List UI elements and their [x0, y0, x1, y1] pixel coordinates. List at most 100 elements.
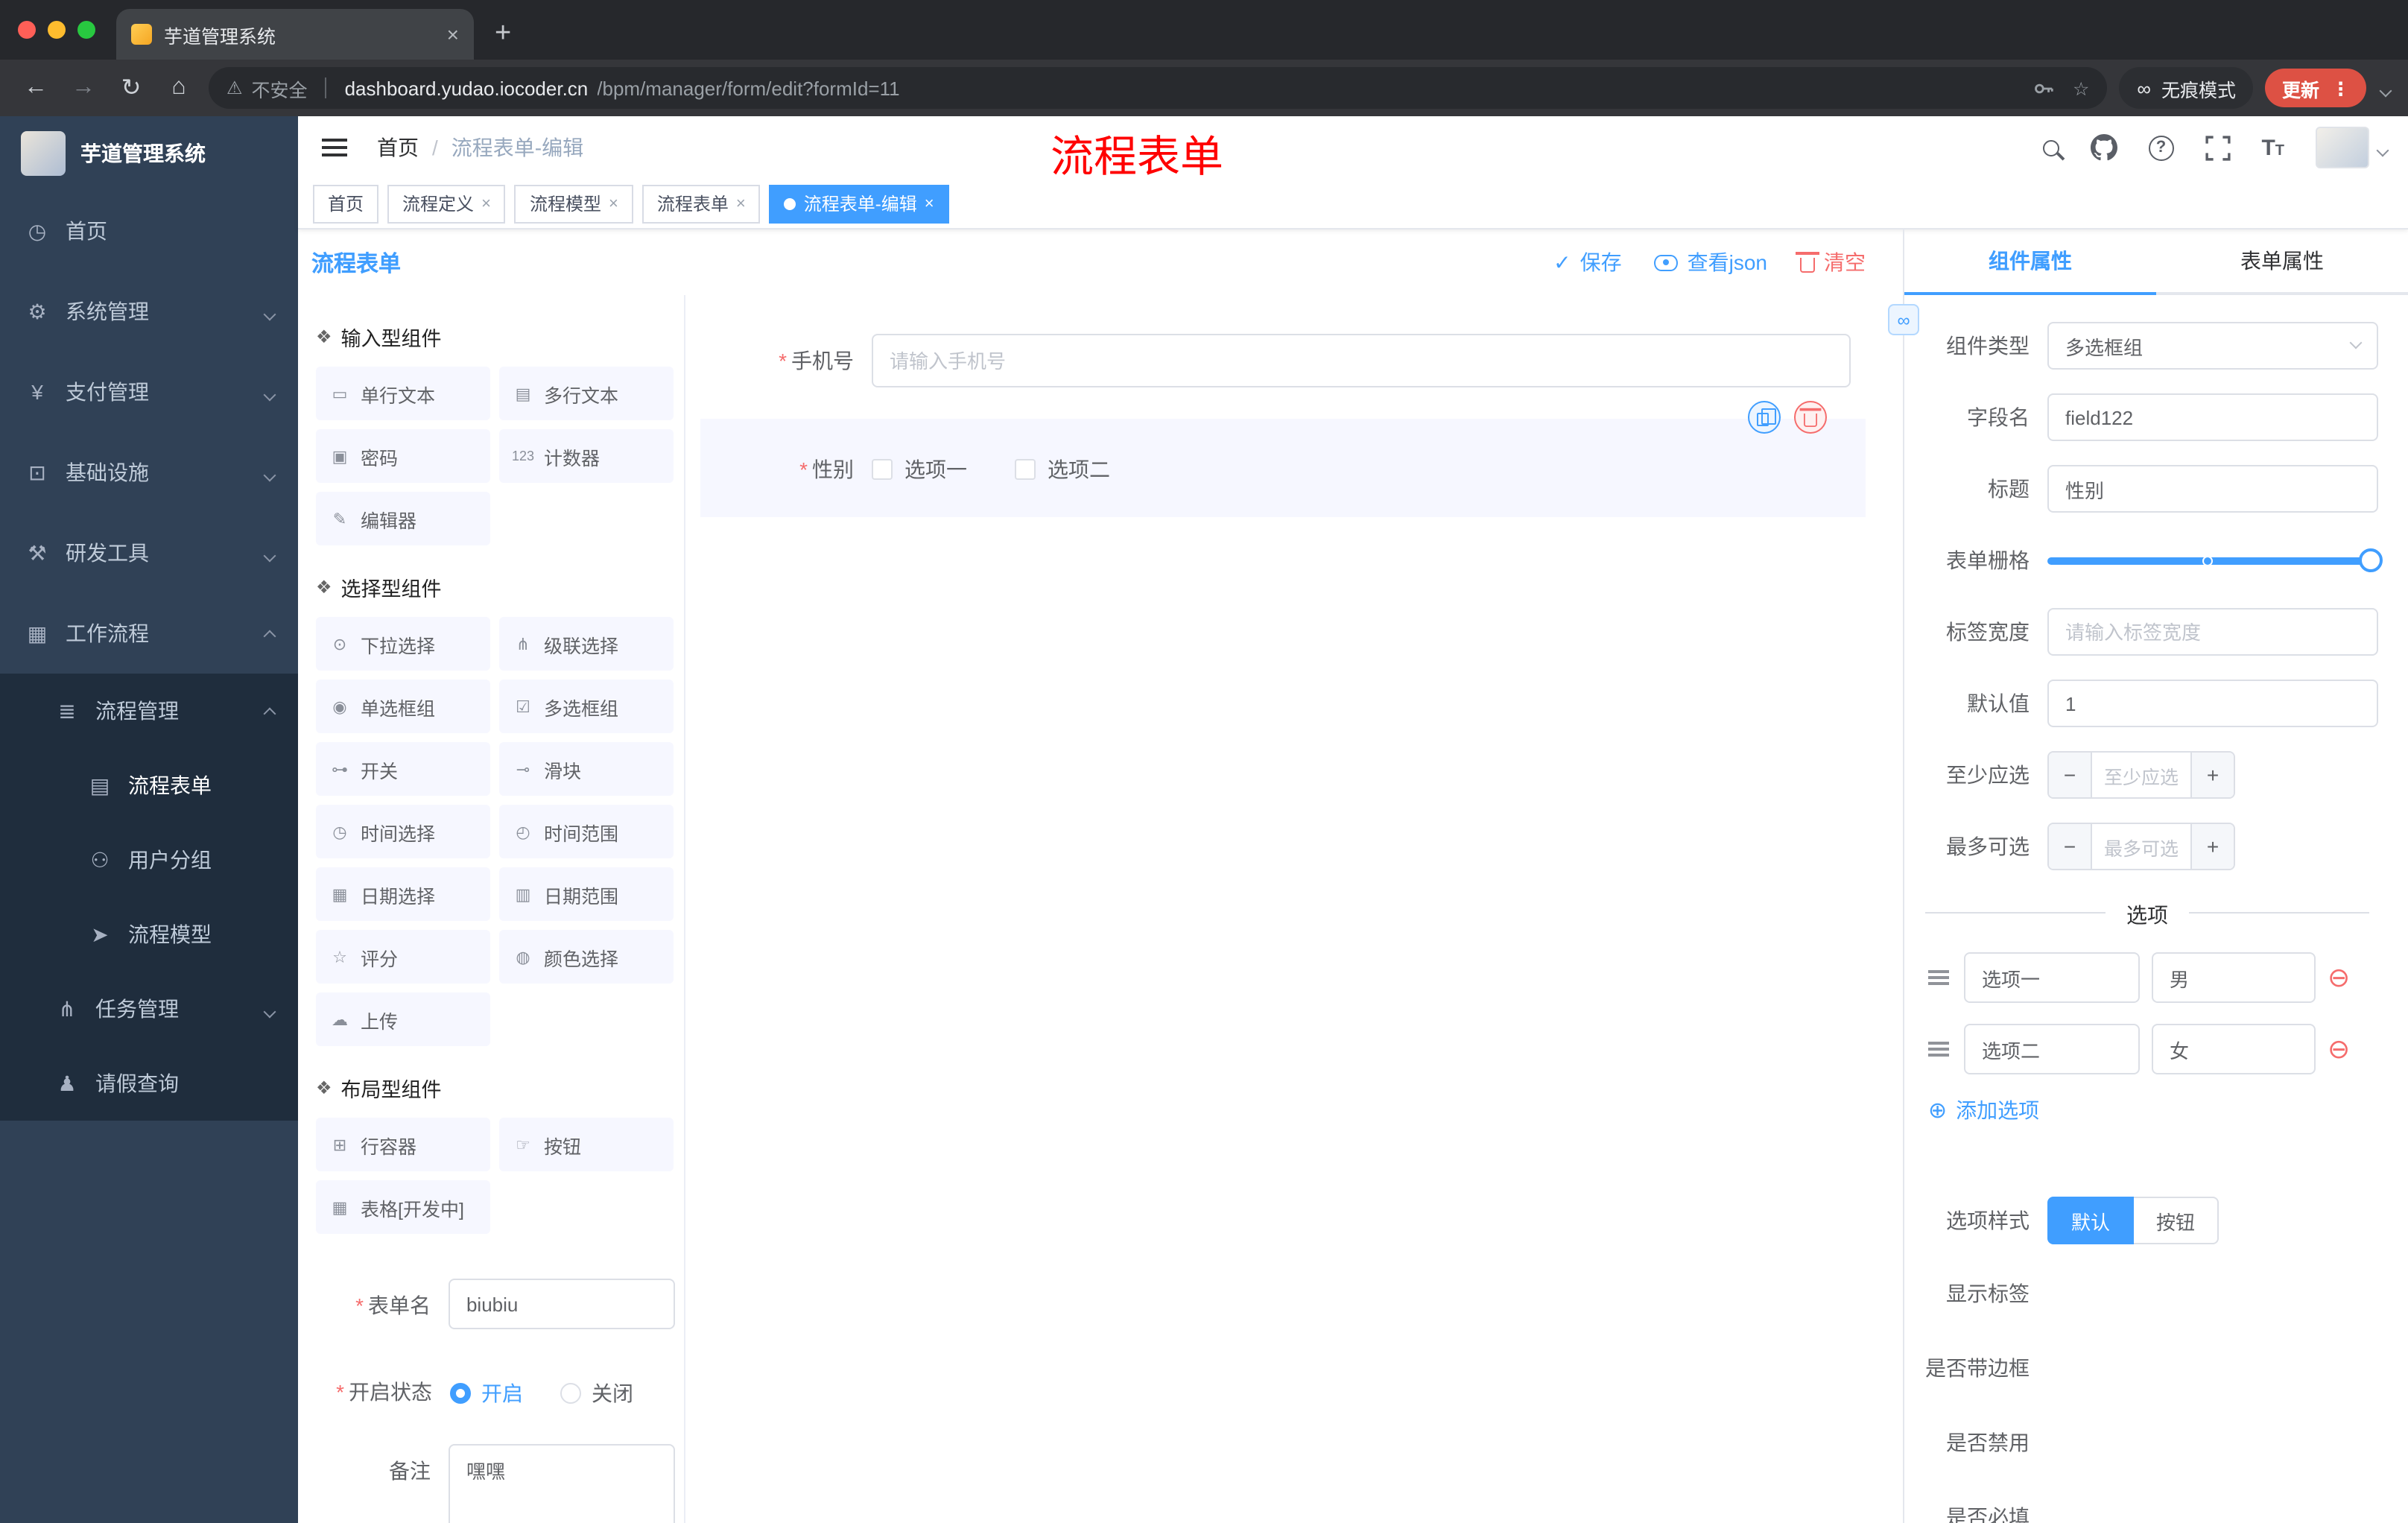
sidebar-item-devtools[interactable]: ⚒ 研发工具 [0, 513, 298, 593]
palette-item-rate[interactable]: ☆ 评分 [316, 930, 490, 984]
palette-item-counter[interactable]: 123 计数器 [499, 429, 674, 483]
github-icon[interactable] [2090, 134, 2117, 161]
password-key-icon[interactable] [2032, 77, 2055, 99]
drag-handle-icon[interactable] [1928, 976, 1949, 979]
tag-process-form[interactable]: 流程表单 × [641, 184, 761, 223]
save-button[interactable]: ✓ 保存 [1553, 247, 1621, 277]
canvas-field-phone[interactable]: * 手机号 [685, 334, 1903, 387]
tab-close-icon[interactable]: × [447, 22, 459, 46]
component-type-value[interactable] [2047, 322, 2378, 370]
tag-process-model[interactable]: 流程模型 × [514, 184, 633, 223]
palette-item-time-picker[interactable]: ◷ 时间选择 [316, 805, 490, 858]
tag-close-icon[interactable]: × [736, 194, 746, 212]
palette-item-editor[interactable]: ✎ 编辑器 [316, 492, 490, 545]
palette-item-time-range[interactable]: ◴ 时间范围 [499, 805, 674, 858]
remove-option-icon[interactable]: ⊖ [2328, 1036, 2350, 1063]
browser-update-button[interactable]: 更新 ⋮ [2265, 69, 2366, 107]
grid-slider[interactable] [2047, 536, 2383, 584]
sidebar-item-user-groups[interactable]: ⚇ 用户分组 [0, 823, 298, 897]
tag-process-definition[interactable]: 流程定义 × [387, 184, 506, 223]
tag-home[interactable]: 首页 [313, 184, 379, 223]
sidebar-item-home[interactable]: ◷ 首页 [0, 191, 298, 271]
checkbox-icon[interactable] [1015, 459, 1036, 480]
palette-item-table[interactable]: ▦ 表格[开发中] [316, 1180, 490, 1234]
increment-button[interactable]: + [2190, 753, 2234, 797]
palette-item-password[interactable]: ▣ 密码 [316, 429, 490, 483]
sidebar-item-infra[interactable]: ⊡ 基础设施 [0, 432, 298, 513]
option-value-input[interactable] [2152, 952, 2316, 1003]
breadcrumb-home[interactable]: 首页 [377, 133, 419, 162]
tag-close-icon[interactable]: × [925, 194, 934, 212]
default-value-input[interactable] [2047, 680, 2378, 727]
sidebar-item-process-model[interactable]: ➤ 流程模型 [0, 897, 298, 972]
palette-item-date-picker[interactable]: ▦ 日期选择 [316, 867, 490, 921]
option-label-input[interactable] [1964, 952, 2140, 1003]
palette-item-slider[interactable]: ⊸ 滑块 [499, 742, 674, 796]
gender-checkbox-option2[interactable]: 选项二 [1015, 455, 1110, 484]
clear-button[interactable]: 清空 [1796, 247, 1866, 277]
option-value-input[interactable] [2152, 1024, 2316, 1074]
sidebar-item-payment[interactable]: ¥ 支付管理 [0, 352, 298, 432]
label-width-input[interactable] [2047, 608, 2378, 656]
tab-form-props[interactable]: 表单属性 [2156, 229, 2408, 292]
checkbox-icon[interactable] [872, 459, 893, 480]
max-select-value[interactable]: 最多可选 [2092, 824, 2190, 869]
sidebar-item-process-mgmt[interactable]: ≣ 流程管理 [0, 674, 298, 748]
slider-track[interactable] [2047, 548, 2383, 571]
minimize-window-button[interactable] [48, 21, 66, 39]
tag-process-form-edit[interactable]: 流程表单-编辑 × [769, 184, 949, 223]
palette-item-upload[interactable]: ☁ 上传 [316, 992, 490, 1046]
palette-item-row-container[interactable]: ⊞ 行容器 [316, 1118, 490, 1171]
avatar[interactable] [2316, 127, 2369, 168]
decrement-button[interactable]: − [2049, 753, 2092, 797]
palette-item-radio-group[interactable]: ◉ 单选框组 [316, 680, 490, 733]
new-tab-button[interactable]: + [495, 18, 511, 51]
sidebar-item-workflow[interactable]: ▦ 工作流程 [0, 593, 298, 674]
phone-input[interactable] [872, 334, 1851, 387]
sidebar-collapse-icon[interactable] [322, 146, 347, 149]
gender-checkbox-option1[interactable]: 选项一 [872, 455, 967, 484]
style-default-button[interactable]: 默认 [2047, 1197, 2135, 1244]
address-bar[interactable]: ⚠ 不安全 dashboard.yudao.iocoder.cn /bpm/ma… [209, 67, 2108, 109]
palette-item-cascader[interactable]: ⋔ 级联选择 [499, 617, 674, 671]
field-name-input[interactable] [2047, 393, 2378, 441]
maximize-window-button[interactable] [77, 21, 95, 39]
tag-close-icon[interactable]: × [481, 194, 491, 212]
status-radio-on[interactable]: 开启 [450, 1378, 523, 1408]
browser-tab[interactable]: 芋道管理系统 × [116, 9, 474, 60]
sidebar-item-leave-query[interactable]: ♟ 请假查询 [0, 1046, 298, 1121]
reload-icon[interactable]: ↻ [113, 73, 149, 103]
link-anchor-icon[interactable]: ∞ [1888, 304, 1919, 335]
toolbar-overflow-icon[interactable] [2379, 76, 2392, 100]
drag-handle-icon[interactable] [1928, 1048, 1949, 1051]
slider-handle[interactable] [2359, 548, 2383, 571]
tag-close-icon[interactable]: × [609, 194, 618, 212]
bookmark-star-icon[interactable]: ☆ [2073, 77, 2089, 99]
fullscreen-icon[interactable] [2205, 135, 2231, 160]
option-label-input[interactable] [1964, 1024, 2140, 1074]
search-icon[interactable] [2042, 139, 2059, 156]
home-icon[interactable]: ⌂ [161, 75, 197, 101]
add-option-button[interactable]: ⊕ 添加选项 [1928, 1095, 2378, 1125]
palette-item-button[interactable]: ☞ 按钮 [499, 1118, 674, 1171]
palette-item-date-range[interactable]: ▥ 日期范围 [499, 867, 674, 921]
sidebar-item-system[interactable]: ⚙ 系统管理 [0, 271, 298, 352]
user-avatar-menu[interactable] [2316, 127, 2389, 168]
sidebar-item-task-mgmt[interactable]: ⋔ 任务管理 [0, 972, 298, 1046]
sidebar-item-process-form[interactable]: ▤ 流程表单 [0, 748, 298, 823]
increment-button[interactable]: + [2190, 824, 2234, 869]
help-icon[interactable]: ? [2148, 135, 2174, 160]
copy-component-button[interactable] [1748, 401, 1781, 434]
browser-menu-icon[interactable]: ⋮ [2331, 77, 2350, 99]
close-window-button[interactable] [18, 21, 36, 39]
palette-item-checkbox-group[interactable]: ☑ 多选框组 [499, 680, 674, 733]
palette-item-color-picker[interactable]: ◍ 颜色选择 [499, 930, 674, 984]
palette-item-multi-text[interactable]: ▤ 多行文本 [499, 367, 674, 420]
back-icon[interactable]: ← [18, 75, 54, 101]
canvas-field-gender-selected[interactable]: * 性别 选项一 选项二 [700, 401, 1866, 517]
view-json-button[interactable]: 查看json [1654, 247, 1767, 277]
security-label[interactable]: 不安全 [252, 74, 308, 102]
decrement-button[interactable]: − [2049, 824, 2092, 869]
font-size-icon[interactable]: TT [2261, 135, 2284, 160]
forward-icon[interactable]: → [66, 75, 101, 101]
